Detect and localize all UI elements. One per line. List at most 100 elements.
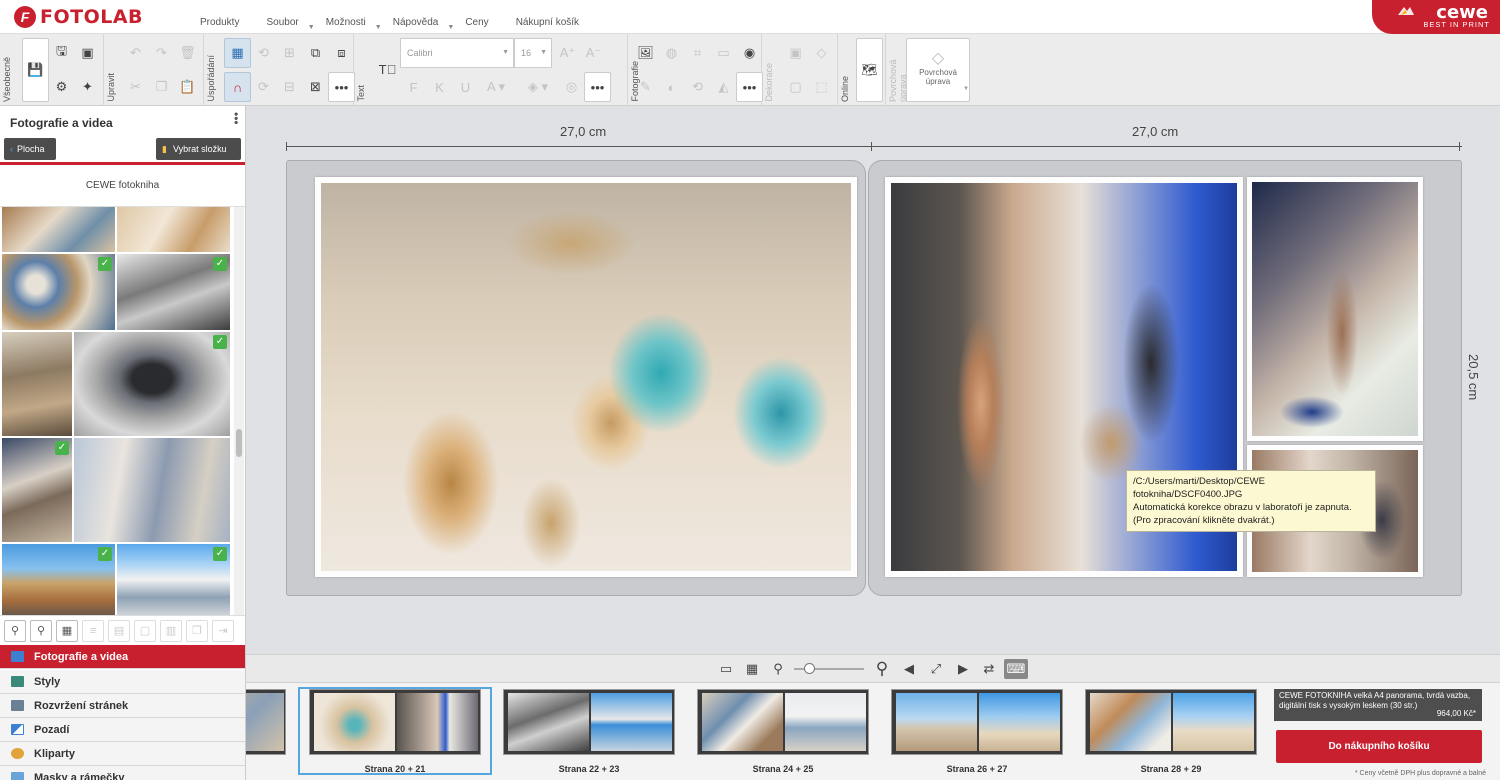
bold-button[interactable]: F — [400, 72, 427, 102]
section-cliparts[interactable]: Kliparty — [0, 742, 245, 766]
export-button[interactable]: ▣ — [74, 38, 101, 68]
paste-button[interactable]: 📋 — [174, 72, 201, 102]
thumb-view-button[interactable]: ▦ — [56, 620, 78, 642]
grid-toggle-button[interactable]: ▦ — [224, 38, 251, 68]
send-backward-button[interactable]: ⧈ — [328, 38, 355, 68]
photo-thumbnail[interactable]: ✓ — [2, 438, 72, 542]
photo-thumbnail[interactable]: ✓ — [2, 254, 115, 330]
undo-button[interactable]: ↶ — [122, 38, 149, 68]
menu-ceny[interactable]: Ceny — [465, 17, 488, 28]
bring-forward-button[interactable]: ⧉ — [302, 38, 329, 68]
back-to-desktop-button[interactable]: ‹ Plocha — [4, 138, 56, 160]
photo-rotate-button[interactable]: ⟲ — [684, 72, 711, 102]
photo-thumbnail[interactable] — [74, 438, 230, 542]
previous-page-button[interactable]: ◀ — [902, 659, 916, 679]
menu-nakupni-kosik[interactable]: Nákupní košík — [516, 17, 579, 28]
photo-thumbnail[interactable]: ✓ — [117, 544, 230, 615]
remove-frame-button[interactable]: ⊠ — [302, 72, 329, 102]
delete-button[interactable]: 🗑 — [174, 38, 201, 68]
photo-shadow-button[interactable]: ◐ — [658, 72, 685, 102]
zoom-in-button[interactable]: ⚲ — [870, 659, 894, 679]
menu-moznosti[interactable]: Možnosti ▼ — [326, 17, 382, 31]
spread-thumbnail-26-27[interactable] — [891, 689, 1063, 755]
info-button[interactable]: ▥ — [160, 620, 182, 642]
section-photos-videos[interactable]: Fotografie a videa — [0, 645, 245, 669]
redo-button[interactable]: ↷ — [148, 38, 175, 68]
font-family-select[interactable]: Calibri ▼ — [400, 38, 514, 68]
filter-button[interactable]: ▤ — [108, 620, 130, 642]
text-color-button[interactable]: A ▾ — [478, 72, 514, 102]
add-to-cart-button[interactable]: Do nákupního košíku — [1276, 730, 1482, 763]
assistant-button[interactable]: ✦ — [74, 72, 101, 102]
menu-napoveda[interactable]: Nápověda ▼ — [393, 17, 455, 31]
spread-thumbnail-28-29[interactable] — [1085, 689, 1257, 755]
copy-photos-button[interactable]: ❐ — [186, 620, 208, 642]
photo-thumbnail-grid[interactable]: ✓ ✓ ✓ ✓ ✓ ✓ — [2, 207, 232, 615]
fit-to-screen-button[interactable]: ⤢ — [924, 659, 948, 679]
zoom-out-button[interactable]: ⚲ — [770, 659, 786, 679]
photo-frame[interactable] — [315, 177, 857, 577]
page-filmstrip[interactable]: Strana 20 + 21 Strana 22 + 23 Strana 24 … — [246, 682, 1258, 780]
section-backgrounds[interactable]: Pozadí — [0, 718, 245, 742]
zoom-slider-handle[interactable] — [804, 663, 815, 674]
add-text-button[interactable]: T⃞ — [374, 54, 401, 84]
magnet-button[interactable]: ∩ — [224, 72, 251, 102]
save-button[interactable]: 💾 — [22, 38, 49, 102]
text-effect-button[interactable]: ◎ — [558, 72, 585, 102]
spread-thumbnail-partial[interactable] — [246, 689, 286, 755]
photo-edit-button[interactable]: ✎ — [632, 72, 659, 102]
fill-color-button[interactable]: ◈ ▾ — [520, 72, 556, 102]
editor-canvas[interactable]: 27,0 cm 27,0 cm 20,5 cm /C:/Users/marti/… — [246, 106, 1500, 654]
single-page-view-button[interactable]: ▭ — [716, 659, 736, 679]
menu-produkty[interactable]: Produkty — [200, 17, 239, 28]
scrollbar-thumb[interactable] — [236, 429, 242, 457]
settings-button[interactable]: ⚙ — [48, 72, 75, 102]
arrange-more-button[interactable]: ••• — [328, 72, 355, 102]
photo-owl-souvenirs[interactable] — [321, 183, 851, 571]
photo-thumbnail[interactable] — [2, 332, 72, 436]
section-page-layouts[interactable]: Rozvržení stránek — [0, 694, 245, 718]
add-shape-button[interactable]: ◇ — [808, 38, 835, 68]
surface-finish-button[interactable]: ◇ Povrchová úprava ▼ — [906, 38, 970, 102]
italic-button[interactable]: K — [426, 72, 453, 102]
menu-soubor[interactable]: Soubor ▼ — [266, 17, 314, 31]
select-all-button[interactable]: ▢ — [134, 620, 156, 642]
section-styles[interactable]: Styly — [0, 670, 245, 694]
add-frame-button[interactable]: ▢ — [782, 72, 809, 102]
copy-button[interactable]: ❐ — [148, 72, 175, 102]
font-grow-button[interactable]: A⁺ — [554, 38, 581, 68]
spread-thumbnail-20-21[interactable] — [309, 689, 481, 755]
zoom-in-thumbs-button[interactable]: ⚲ — [30, 620, 52, 642]
thumbnail-scrollbar[interactable] — [234, 207, 244, 615]
photo-thumbnail[interactable] — [2, 207, 115, 252]
cut-button[interactable]: ✂ — [122, 72, 149, 102]
underline-button[interactable]: U — [452, 72, 479, 102]
spread-thumbnail-24-25[interactable] — [697, 689, 869, 755]
panel-menu-icon[interactable]: ••• — [229, 112, 243, 125]
font-size-select[interactable]: 16 ▼ — [514, 38, 552, 68]
distribute-button[interactable]: ⊟ — [276, 72, 303, 102]
rotate-button[interactable]: ⟲ — [250, 38, 277, 68]
photo-thumbnail[interactable]: ✓ — [117, 254, 230, 330]
add-mask-button[interactable]: ⬚ — [808, 72, 835, 102]
photo-thumbnail[interactable]: ✓ — [2, 544, 115, 615]
photo-effects-button[interactable]: ◍ — [658, 38, 685, 68]
photo-sandals-shop[interactable] — [1252, 182, 1418, 436]
photo-frame[interactable] — [1247, 177, 1423, 441]
align-button[interactable]: ⊞ — [276, 38, 303, 68]
section-masks-frames[interactable]: Masky a rámečky — [0, 766, 245, 780]
add-clipart-button[interactable]: ▣ — [782, 38, 809, 68]
spread-thumbnail-22-23[interactable] — [503, 689, 675, 755]
add-photo-button[interactable]: 🖼 — [632, 38, 659, 68]
zoom-out-thumbs-button[interactable]: ⚲ — [4, 620, 26, 642]
next-page-button[interactable]: ▶ — [956, 659, 970, 679]
font-shrink-button[interactable]: A⁻ — [580, 38, 607, 68]
keyboard-button[interactable]: ⌨ — [1004, 659, 1028, 679]
export-photos-button[interactable]: ⇥ — [212, 620, 234, 642]
sort-button[interactable]: ≡ — [82, 620, 104, 642]
rotate-right-button[interactable]: ⟳ — [250, 72, 277, 102]
photo-correction-button[interactable]: ◉ — [736, 38, 763, 68]
photo-thumbnail[interactable] — [117, 207, 230, 252]
photo-border-button[interactable]: ▭ — [710, 38, 737, 68]
photo-crop-button[interactable]: ⌗ — [684, 38, 711, 68]
